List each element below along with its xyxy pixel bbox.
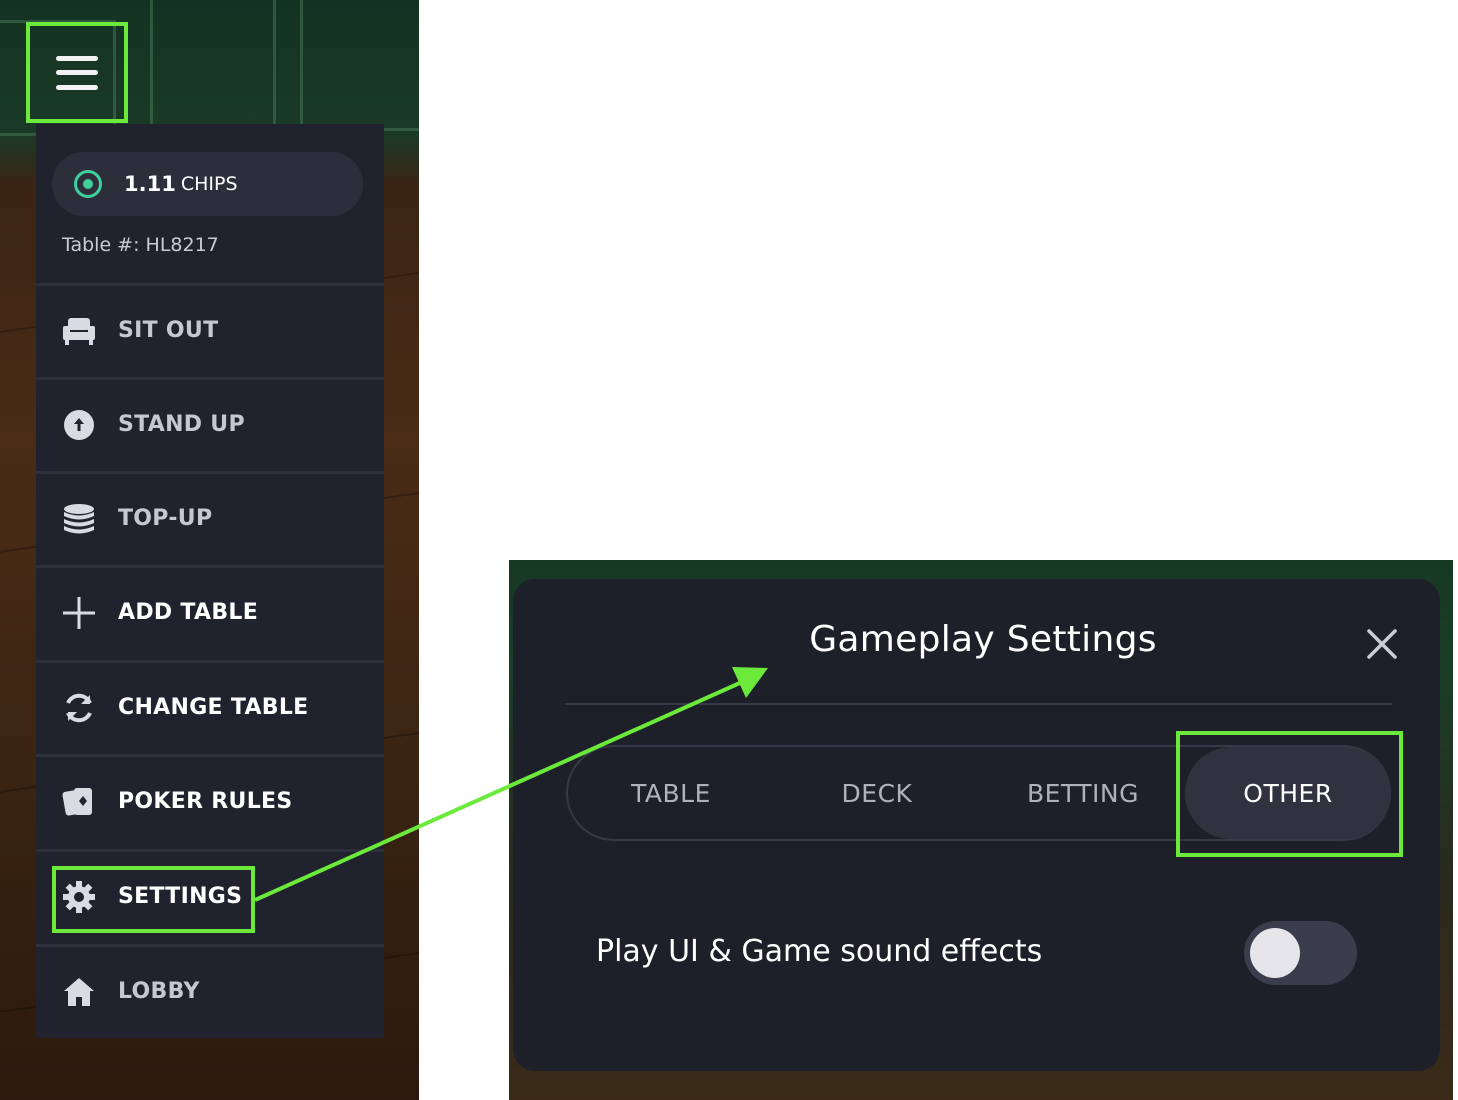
- refresh-icon: [62, 691, 96, 725]
- menu-item-label: STAND UP: [118, 412, 245, 437]
- plus-icon: [62, 596, 96, 630]
- cards-icon: [62, 785, 96, 819]
- sound-effects-label: Play UI & Game sound effects: [596, 934, 1043, 969]
- menu-item-label: POKER RULES: [118, 789, 293, 814]
- tab-table[interactable]: TABLE: [568, 747, 774, 839]
- menu-item-label: ADD TABLE: [118, 600, 259, 625]
- close-button[interactable]: [1365, 627, 1399, 661]
- armchair-icon: [62, 314, 96, 348]
- home-icon: [62, 975, 96, 1009]
- sound-effects-toggle[interactable]: [1244, 921, 1357, 985]
- chip-balance-unit: CHIPS: [180, 173, 238, 195]
- chip-balance: 1.11 CHIPS: [52, 152, 363, 216]
- menu-item-stand-up[interactable]: STAND UP: [36, 377, 384, 469]
- table-number: Table #: HL8217: [62, 234, 219, 256]
- menu-item-top-up[interactable]: TOP-UP: [36, 471, 384, 563]
- menu-item-change-table[interactable]: CHANGE TABLE: [36, 660, 384, 752]
- settings-highlight-box: [52, 866, 255, 933]
- hamburger-menu-button[interactable]: [26, 22, 128, 123]
- toggle-knob: [1250, 928, 1300, 978]
- menu-item-label: TOP-UP: [118, 506, 213, 531]
- menu-item-label: CHANGE TABLE: [118, 695, 309, 720]
- menu-item-label: SIT OUT: [118, 318, 219, 343]
- modal-divider: [565, 703, 1392, 705]
- arrow-up-circle-icon: [62, 408, 96, 442]
- menu-item-poker-rules[interactable]: POKER RULES: [36, 754, 384, 846]
- menu-item-sit-out[interactable]: SIT OUT: [36, 283, 384, 375]
- chip-balance-amount: 1.11: [124, 172, 176, 196]
- tab-deck[interactable]: DECK: [774, 747, 980, 839]
- close-icon: [1367, 629, 1397, 659]
- hamburger-icon: [56, 55, 98, 90]
- menu-item-add-table[interactable]: ADD TABLE: [36, 565, 384, 657]
- tab-betting[interactable]: BETTING: [980, 747, 1186, 839]
- chip-icon: [74, 170, 102, 198]
- menu-item-label: LOBBY: [118, 979, 200, 1004]
- coin-stack-icon: [62, 502, 96, 536]
- other-tab-highlight-box: [1176, 731, 1403, 857]
- modal-title: Gameplay Settings: [809, 619, 1157, 660]
- menu-item-lobby[interactable]: LOBBY: [36, 944, 384, 1036]
